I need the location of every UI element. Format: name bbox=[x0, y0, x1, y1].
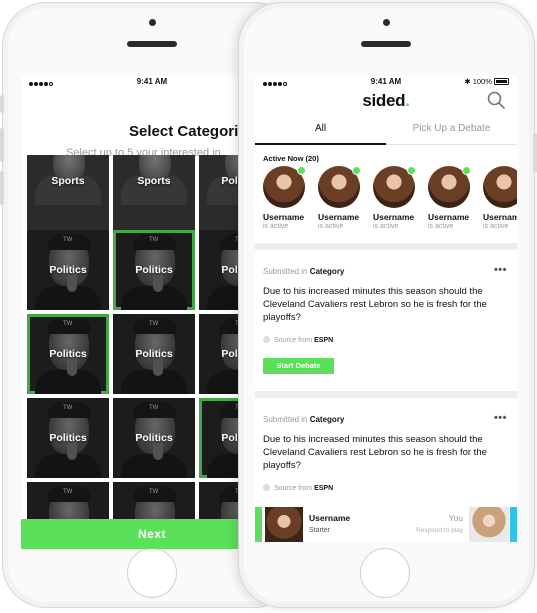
online-indicator bbox=[407, 166, 416, 175]
card-category[interactable]: Category bbox=[310, 267, 345, 276]
category-tile[interactable]: Sports bbox=[27, 155, 109, 235]
opponent-accent-bar bbox=[510, 507, 517, 542]
starter-avatar bbox=[265, 507, 303, 542]
avatar bbox=[318, 166, 361, 208]
section-divider bbox=[255, 391, 517, 398]
volume-up-button bbox=[0, 128, 4, 162]
category-tile[interactable]: Politics bbox=[27, 398, 109, 478]
debate-matchup-row[interactable]: Username Starter You Respond to play bbox=[255, 507, 517, 542]
more-options-icon[interactable]: ••• bbox=[494, 264, 507, 276]
starter-accent-bar bbox=[255, 507, 262, 542]
source-icon bbox=[263, 336, 270, 343]
card-source: Source from ESPN bbox=[263, 336, 333, 344]
tab-all[interactable]: All bbox=[255, 119, 386, 145]
power-button bbox=[533, 133, 537, 173]
opponent-avatar bbox=[469, 507, 509, 542]
source-icon bbox=[263, 484, 270, 491]
user-state: is active bbox=[483, 223, 509, 230]
online-indicator bbox=[297, 166, 306, 175]
user-name: Username bbox=[263, 212, 305, 222]
category-tile[interactable]: Politics bbox=[27, 314, 109, 394]
status-bar: 9:41 AM ✱ 100% bbox=[255, 75, 517, 89]
card-source: Source from ESPN bbox=[263, 484, 333, 492]
earpiece-speaker bbox=[361, 41, 411, 47]
active-user[interactable]: Usernameis active bbox=[263, 166, 313, 230]
battery-indicator: ✱ 100% bbox=[464, 77, 509, 86]
respond-to-play: Respond to play bbox=[416, 527, 463, 534]
volume-down-button bbox=[0, 171, 4, 205]
user-name: Username bbox=[428, 212, 470, 222]
online-indicator bbox=[462, 166, 471, 175]
category-label: Politics bbox=[135, 348, 173, 360]
active-user[interactable]: Usernameis active bbox=[483, 166, 517, 230]
battery-icon bbox=[494, 78, 509, 85]
card-question: Due to his increased minutes this season… bbox=[263, 434, 487, 471]
category-tile[interactable]: Politics bbox=[113, 230, 195, 310]
battery-percent: 100% bbox=[472, 77, 492, 86]
card-question: Due to his increased minutes this season… bbox=[263, 286, 487, 323]
feed-screen: 9:41 AM ✱ 100% sided. All Pick Up a Deba… bbox=[255, 75, 517, 542]
user-name: Username bbox=[373, 212, 415, 222]
card-submitted: Submitted in Category bbox=[263, 267, 345, 276]
user-name: Username bbox=[318, 212, 360, 222]
active-user[interactable]: Usernameis active bbox=[318, 166, 368, 230]
start-debate-button[interactable]: Start Debate bbox=[263, 358, 334, 374]
online-indicator bbox=[352, 166, 361, 175]
front-camera bbox=[149, 19, 156, 26]
mute-switch bbox=[0, 95, 4, 113]
opponent-you: You bbox=[448, 513, 463, 523]
earpiece-speaker bbox=[127, 41, 177, 47]
avatar bbox=[373, 166, 416, 208]
starter-role: Starter bbox=[309, 527, 331, 534]
avatar bbox=[428, 166, 471, 208]
user-state: is active bbox=[263, 223, 289, 230]
category-label: Politics bbox=[49, 264, 87, 276]
section-divider bbox=[255, 243, 517, 250]
right-phone-frame: 9:41 AM ✱ 100% sided. All Pick Up a Deba… bbox=[238, 2, 537, 608]
user-name: Username bbox=[483, 212, 517, 222]
more-options-icon[interactable]: ••• bbox=[494, 412, 507, 424]
front-camera bbox=[383, 19, 390, 26]
active-now-heading: Active Now (20) bbox=[263, 154, 319, 163]
card-submitted: Submitted in Category bbox=[263, 415, 345, 424]
user-state: is active bbox=[373, 223, 399, 230]
category-label: Politics bbox=[135, 432, 173, 444]
category-label: Politics bbox=[49, 348, 87, 360]
starter-name: Username bbox=[309, 513, 351, 523]
app-logo: sided. bbox=[362, 91, 410, 110]
category-label: Sports bbox=[51, 175, 85, 187]
category-tile[interactable]: Politics bbox=[113, 398, 195, 478]
category-label: Sports bbox=[137, 175, 171, 187]
feed-tabs: All Pick Up a Debate bbox=[255, 119, 517, 145]
tab-pick-up-a-debate[interactable]: Pick Up a Debate bbox=[386, 119, 517, 145]
category-tile[interactable]: Sports bbox=[113, 155, 195, 235]
user-state: is active bbox=[318, 223, 344, 230]
category-tile[interactable]: Politics bbox=[113, 314, 195, 394]
avatar bbox=[483, 166, 517, 208]
home-button[interactable] bbox=[360, 548, 410, 598]
home-button[interactable] bbox=[127, 548, 177, 598]
category-tile[interactable]: Politics bbox=[27, 230, 109, 310]
active-user[interactable]: Usernameis active bbox=[373, 166, 423, 230]
avatar bbox=[263, 166, 306, 208]
active-user[interactable]: Usernameis active bbox=[428, 166, 478, 230]
category-label: Politics bbox=[135, 264, 173, 276]
user-state: is active bbox=[428, 223, 454, 230]
search-icon[interactable] bbox=[487, 91, 505, 109]
category-label: Politics bbox=[49, 432, 87, 444]
stage: 9:41 AM Select Categories Select up to 5… bbox=[0, 0, 537, 613]
bluetooth-icon: ✱ bbox=[464, 77, 471, 86]
card-category[interactable]: Category bbox=[310, 415, 345, 424]
